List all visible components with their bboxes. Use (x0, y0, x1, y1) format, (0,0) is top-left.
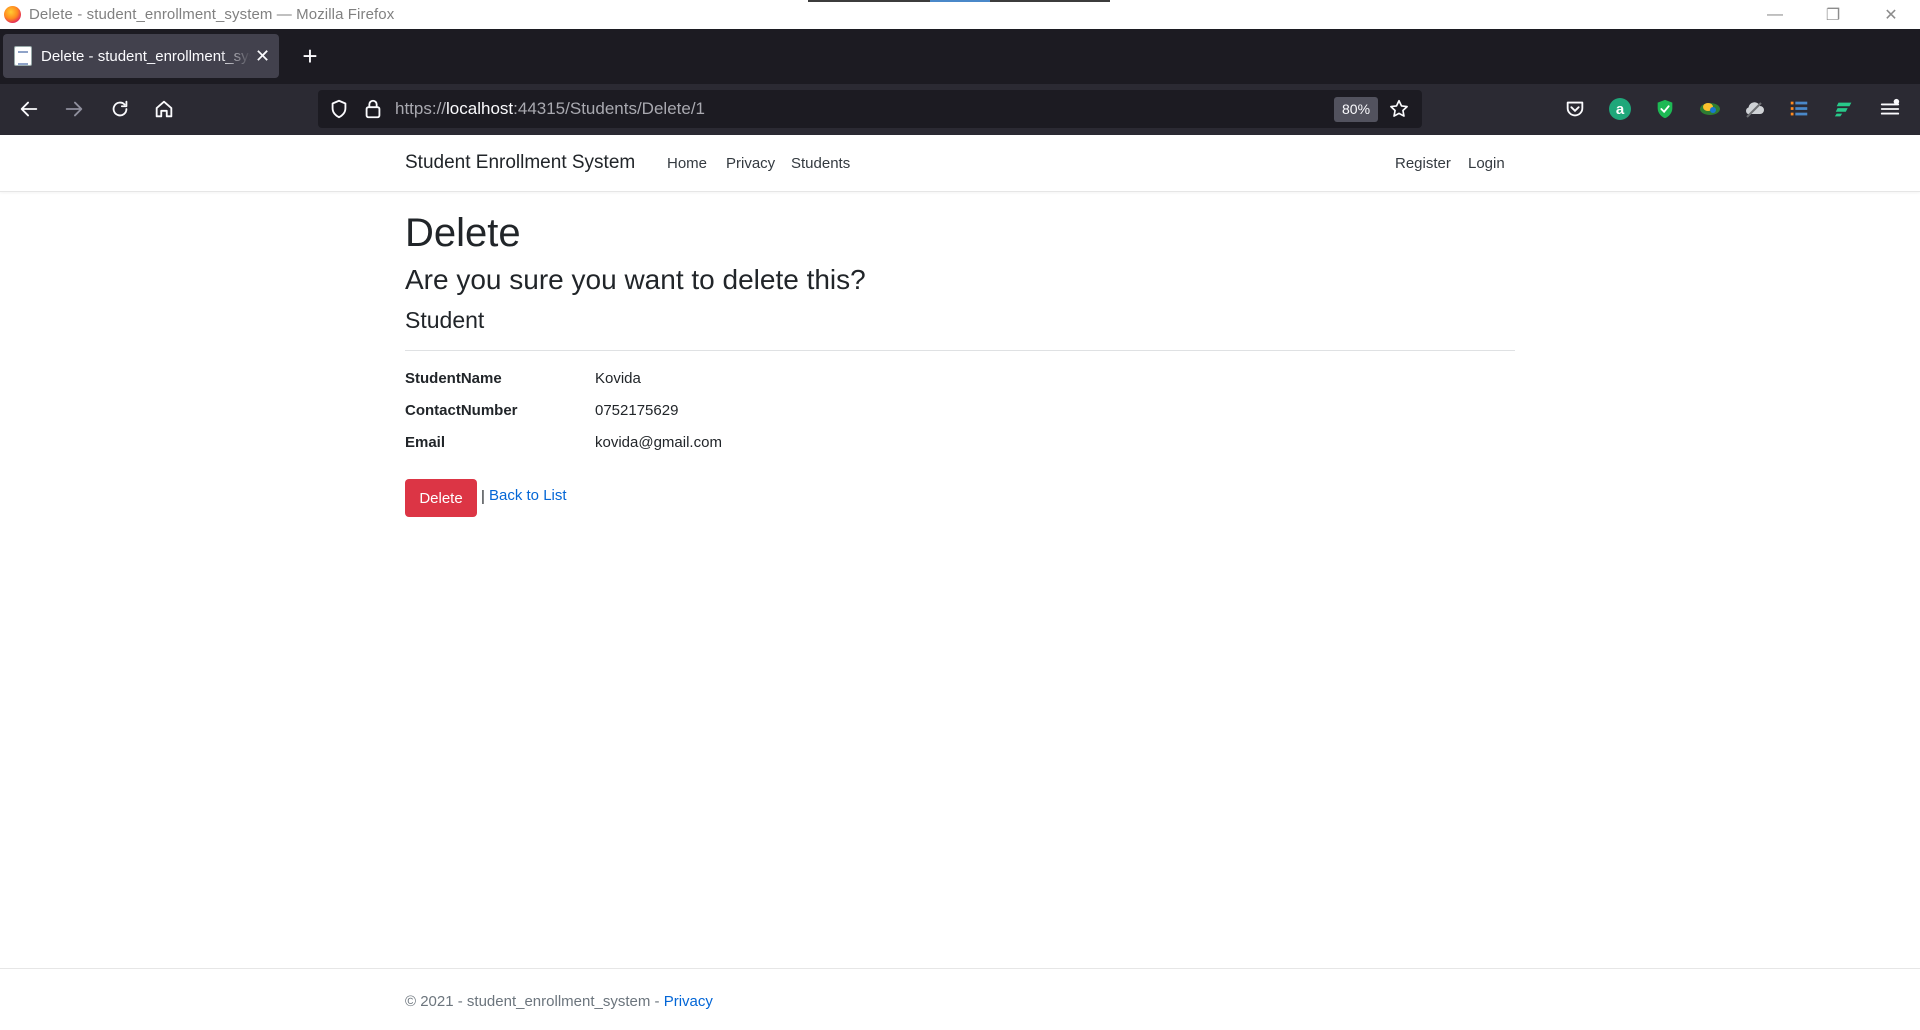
restore-icon[interactable]: ❐ (1804, 0, 1862, 29)
nav-toolbar: https://localhost:44315/Students/Delete/… (0, 84, 1920, 135)
field-label-contactnumber: ContactNumber (405, 402, 518, 419)
forward-arrow-icon[interactable] (57, 92, 91, 126)
back-arrow-icon[interactable] (12, 92, 46, 126)
firefox-logo-icon (4, 6, 21, 23)
close-window-icon[interactable]: ✕ (1862, 0, 1920, 29)
page-favicon-icon (14, 46, 32, 66)
window-controls: — ❐ ✕ (1746, 0, 1920, 29)
cloud-extension-icon[interactable] (1741, 96, 1767, 122)
divider (405, 350, 1515, 351)
url-text[interactable]: https://localhost:44315/Students/Delete/… (395, 99, 705, 119)
footer-text: © 2021 - student_enrollment_system - Pri… (405, 993, 713, 1010)
field-value-email: kovida@gmail.com (595, 434, 722, 451)
home-icon[interactable] (147, 92, 181, 126)
svg-text:a: a (1616, 101, 1625, 118)
footer-privacy-link[interactable]: Privacy (664, 993, 713, 1010)
nav-students-link[interactable]: Students (791, 155, 850, 172)
field-label-studentname: StudentName (405, 370, 502, 387)
extension-a-icon[interactable]: a (1607, 96, 1633, 122)
field-value-contactnumber: 0752175629 (595, 402, 679, 419)
page-title: Delete (405, 211, 521, 255)
zoom-level-badge[interactable]: 80% (1334, 97, 1379, 122)
hamburger-menu-icon[interactable] (1877, 96, 1903, 122)
titlebar-drag-indicator (808, 0, 1110, 2)
url-bar[interactable]: https://localhost:44315/Students/Delete/… (318, 90, 1422, 128)
confirm-question: Are you sure you want to delete this? (405, 264, 866, 295)
window-title: Delete - student_enrollment_system — Moz… (29, 6, 395, 23)
minimize-icon[interactable]: — (1746, 0, 1804, 29)
list-extension-icon[interactable] (1786, 96, 1812, 122)
footer-copyright: © 2021 - student_enrollment_system - (405, 993, 664, 1010)
nav-register-link[interactable]: Register (1395, 155, 1451, 172)
stripes-extension-icon[interactable] (1831, 96, 1857, 122)
tab-close-icon[interactable]: ✕ (255, 47, 270, 65)
bookmark-star-icon[interactable] (1388, 98, 1410, 125)
nav-login-link[interactable]: Login (1468, 155, 1505, 172)
lock-icon[interactable] (362, 98, 384, 125)
pocket-icon[interactable] (1562, 96, 1588, 122)
delete-button[interactable]: Delete (405, 479, 477, 517)
new-tab-plus-icon[interactable]: + (296, 42, 324, 70)
security-shield-extension-icon[interactable] (1652, 96, 1678, 122)
site-navbar: Student Enrollment System Home Privacy S… (0, 135, 1920, 192)
entity-heading: Student (405, 307, 485, 333)
url-path: :44315/Students/Delete/1 (513, 99, 706, 118)
nav-privacy-link[interactable]: Privacy (726, 155, 775, 172)
window-titlebar: Delete - student_enrollment_system — Moz… (0, 0, 1920, 29)
colorful-extension-icon[interactable] (1697, 96, 1723, 122)
reload-icon[interactable] (103, 92, 137, 126)
url-scheme: https:// (395, 99, 447, 118)
nav-home-link[interactable]: Home (667, 155, 707, 172)
field-label-email: Email (405, 434, 446, 451)
tracking-protection-shield-icon[interactable] (328, 98, 350, 125)
site-footer: © 2021 - student_enrollment_system - Pri… (0, 968, 1920, 1030)
link-separator: | (481, 488, 485, 505)
brand-link[interactable]: Student Enrollment System (405, 152, 635, 174)
url-host: localhost (446, 99, 514, 118)
field-value-studentname: Kovida (595, 370, 641, 387)
tab-strip: Delete - student_enrollment_system ✕ + (0, 29, 1920, 84)
tab-active[interactable]: Delete - student_enrollment_system ✕ (3, 34, 279, 78)
tab-title: Delete - student_enrollment_system (41, 47, 251, 65)
back-to-list-link[interactable]: Back to List (489, 487, 567, 504)
